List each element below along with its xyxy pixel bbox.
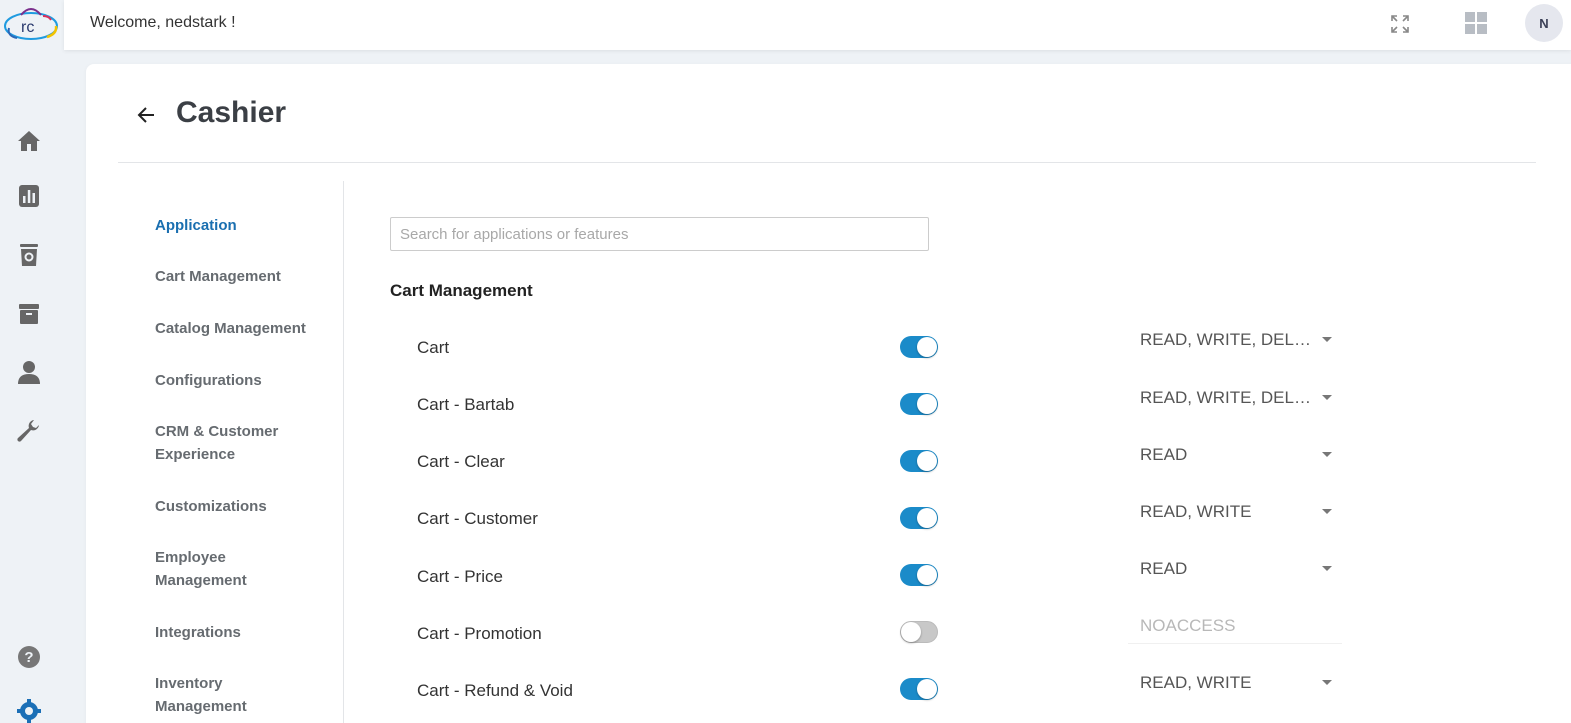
- permission-select[interactable]: READ, WRITE: [1128, 665, 1342, 701]
- permission-select[interactable]: READ, WRITE, DELE...: [1128, 322, 1342, 358]
- feature-toggle[interactable]: [900, 507, 938, 529]
- toggle-knob: [901, 622, 921, 642]
- permission-value: READ: [1140, 445, 1188, 464]
- feature-toggle[interactable]: [900, 678, 938, 700]
- nav-divider: [343, 181, 344, 723]
- feature-label: Cart - Promotion: [417, 624, 542, 643]
- search-input[interactable]: [390, 217, 929, 251]
- permission-value: READ, WRITE, DELE...: [1140, 330, 1315, 349]
- permission-select[interactable]: READ, WRITE: [1128, 494, 1342, 530]
- permission-select[interactable]: READ, WRITE, DELE...: [1128, 380, 1342, 416]
- toggle-knob: [917, 508, 937, 528]
- svg-text:rc: rc: [21, 19, 34, 36]
- help-icon[interactable]: ?: [16, 644, 42, 670]
- feature-label: Cart: [417, 338, 450, 357]
- permission-select[interactable]: READ: [1128, 437, 1342, 473]
- permission-select[interactable]: READ: [1128, 551, 1342, 587]
- user-avatar[interactable]: N: [1525, 4, 1563, 42]
- toggle-knob: [917, 337, 937, 357]
- nav-item-inventory-management[interactable]: Inventory Management: [155, 672, 255, 718]
- user-icon[interactable]: [16, 359, 42, 385]
- rc-logo[interactable]: rc: [3, 4, 59, 42]
- fullscreen-icon[interactable]: [1388, 12, 1412, 36]
- caret-down-icon: [1322, 337, 1332, 342]
- header-divider: [118, 162, 1536, 163]
- feature-label: Cart - Customer: [417, 509, 538, 528]
- welcome-message: Welcome, nedstark !: [90, 14, 236, 31]
- svg-text:?: ?: [24, 649, 33, 666]
- permission-value: READ, WRITE: [1140, 673, 1252, 692]
- caret-down-icon: [1322, 680, 1332, 685]
- toggle-knob: [917, 394, 937, 414]
- feature-toggle[interactable]: [900, 393, 938, 415]
- top-bar: Welcome, nedstark ! N: [64, 0, 1571, 50]
- nav-item-configurations[interactable]: Configurations: [155, 369, 315, 392]
- nav-item-employee-management[interactable]: Employee Management: [155, 546, 255, 592]
- section-title: Cart Management: [390, 281, 533, 300]
- page-title: Cashier: [176, 96, 287, 129]
- nav-item-integrations[interactable]: Integrations: [155, 621, 315, 644]
- permission-value: READ, WRITE: [1140, 502, 1252, 521]
- left-rail: rc ?: [0, 0, 64, 723]
- feature-label: Cart - Price: [417, 567, 503, 586]
- feature-toggle[interactable]: [900, 564, 938, 586]
- home-icon[interactable]: [16, 128, 42, 154]
- feature-label: Cart - Clear: [417, 452, 505, 471]
- caret-down-icon: [1322, 509, 1332, 514]
- nav-item-cart-management[interactable]: Cart Management: [155, 265, 315, 288]
- toggle-knob: [917, 451, 937, 471]
- feature-toggle[interactable]: [900, 450, 938, 472]
- wrench-icon[interactable]: [16, 418, 42, 444]
- settings-icon[interactable]: [16, 698, 42, 723]
- nav-item-customizations[interactable]: Customizations: [155, 495, 315, 518]
- toggle-knob: [917, 679, 937, 699]
- permission-value: READ: [1140, 559, 1188, 578]
- caret-down-icon: [1322, 395, 1332, 400]
- feature-toggle[interactable]: [900, 336, 938, 358]
- main-card: Cashier Application Cart Management Cata…: [86, 64, 1571, 723]
- feature-label: Cart - Refund & Void: [417, 681, 573, 700]
- nav-item-application[interactable]: Application: [155, 214, 315, 237]
- archive-icon[interactable]: [16, 301, 42, 327]
- bin-icon[interactable]: [16, 242, 42, 268]
- nav-item-crm[interactable]: CRM & Customer Experience: [155, 420, 290, 466]
- toggle-knob: [917, 565, 937, 585]
- permission-select: NOACCESS: [1128, 608, 1342, 644]
- chart-icon[interactable]: [16, 183, 42, 209]
- permission-value: NOACCESS: [1140, 616, 1236, 635]
- back-arrow-icon[interactable]: [136, 104, 158, 126]
- nav-item-catalog-management[interactable]: Catalog Management: [155, 317, 315, 340]
- caret-down-icon: [1322, 452, 1332, 457]
- grid-icon[interactable]: [1463, 10, 1489, 36]
- feature-label: Cart - Bartab: [417, 395, 515, 414]
- caret-down-icon: [1322, 566, 1332, 571]
- feature-toggle[interactable]: [900, 621, 938, 643]
- permission-value: READ, WRITE, DELE...: [1140, 388, 1315, 407]
